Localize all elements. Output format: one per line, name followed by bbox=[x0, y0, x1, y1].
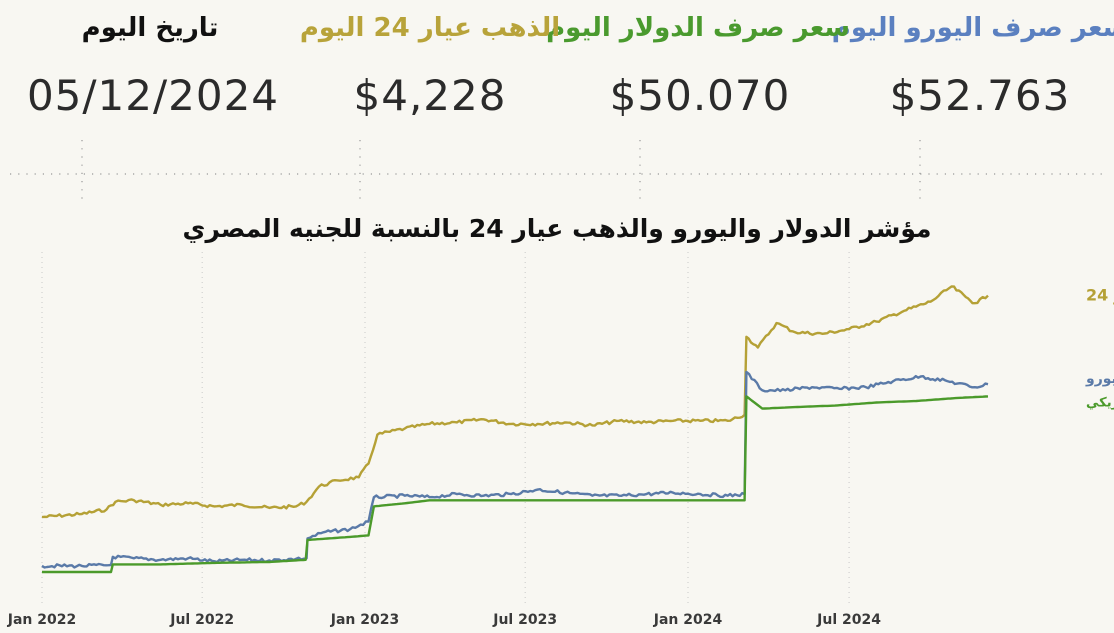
x-tick-label: Jul 2023 bbox=[492, 612, 557, 628]
series-label: ذهب عيار 24 bbox=[1086, 286, 1114, 305]
series-line bbox=[41, 370, 989, 569]
series-labels: ذهب عيار 24 يورو دولار أمريكي bbox=[1085, 286, 1114, 411]
series-line bbox=[41, 285, 989, 519]
x-axis-ticks: Jan 2022 Jul 2022 Jan 2023 Jul 2023 Jan 2024… bbox=[7, 612, 881, 628]
decorative-dotted-separators bbox=[10, 140, 1104, 205]
series-label: يورو bbox=[1085, 371, 1114, 387]
x-tick-label: Jan 2024 bbox=[653, 612, 723, 628]
chart-series bbox=[41, 285, 989, 574]
series-line bbox=[42, 395, 989, 574]
x-tick-label: Jul 2022 bbox=[169, 612, 234, 628]
line-chart: ذهب عيار 24 يورو دولار أمريكي Jan 2022 Jul … bbox=[7, 140, 1114, 628]
chart-gridlines bbox=[41, 252, 850, 604]
x-tick-label: Jan 2022 bbox=[7, 612, 76, 628]
x-tick-label: Jan 2023 bbox=[330, 612, 399, 628]
x-tick-label: Jul 2024 bbox=[816, 612, 881, 628]
series-label: دولار أمريكي bbox=[1086, 393, 1114, 410]
